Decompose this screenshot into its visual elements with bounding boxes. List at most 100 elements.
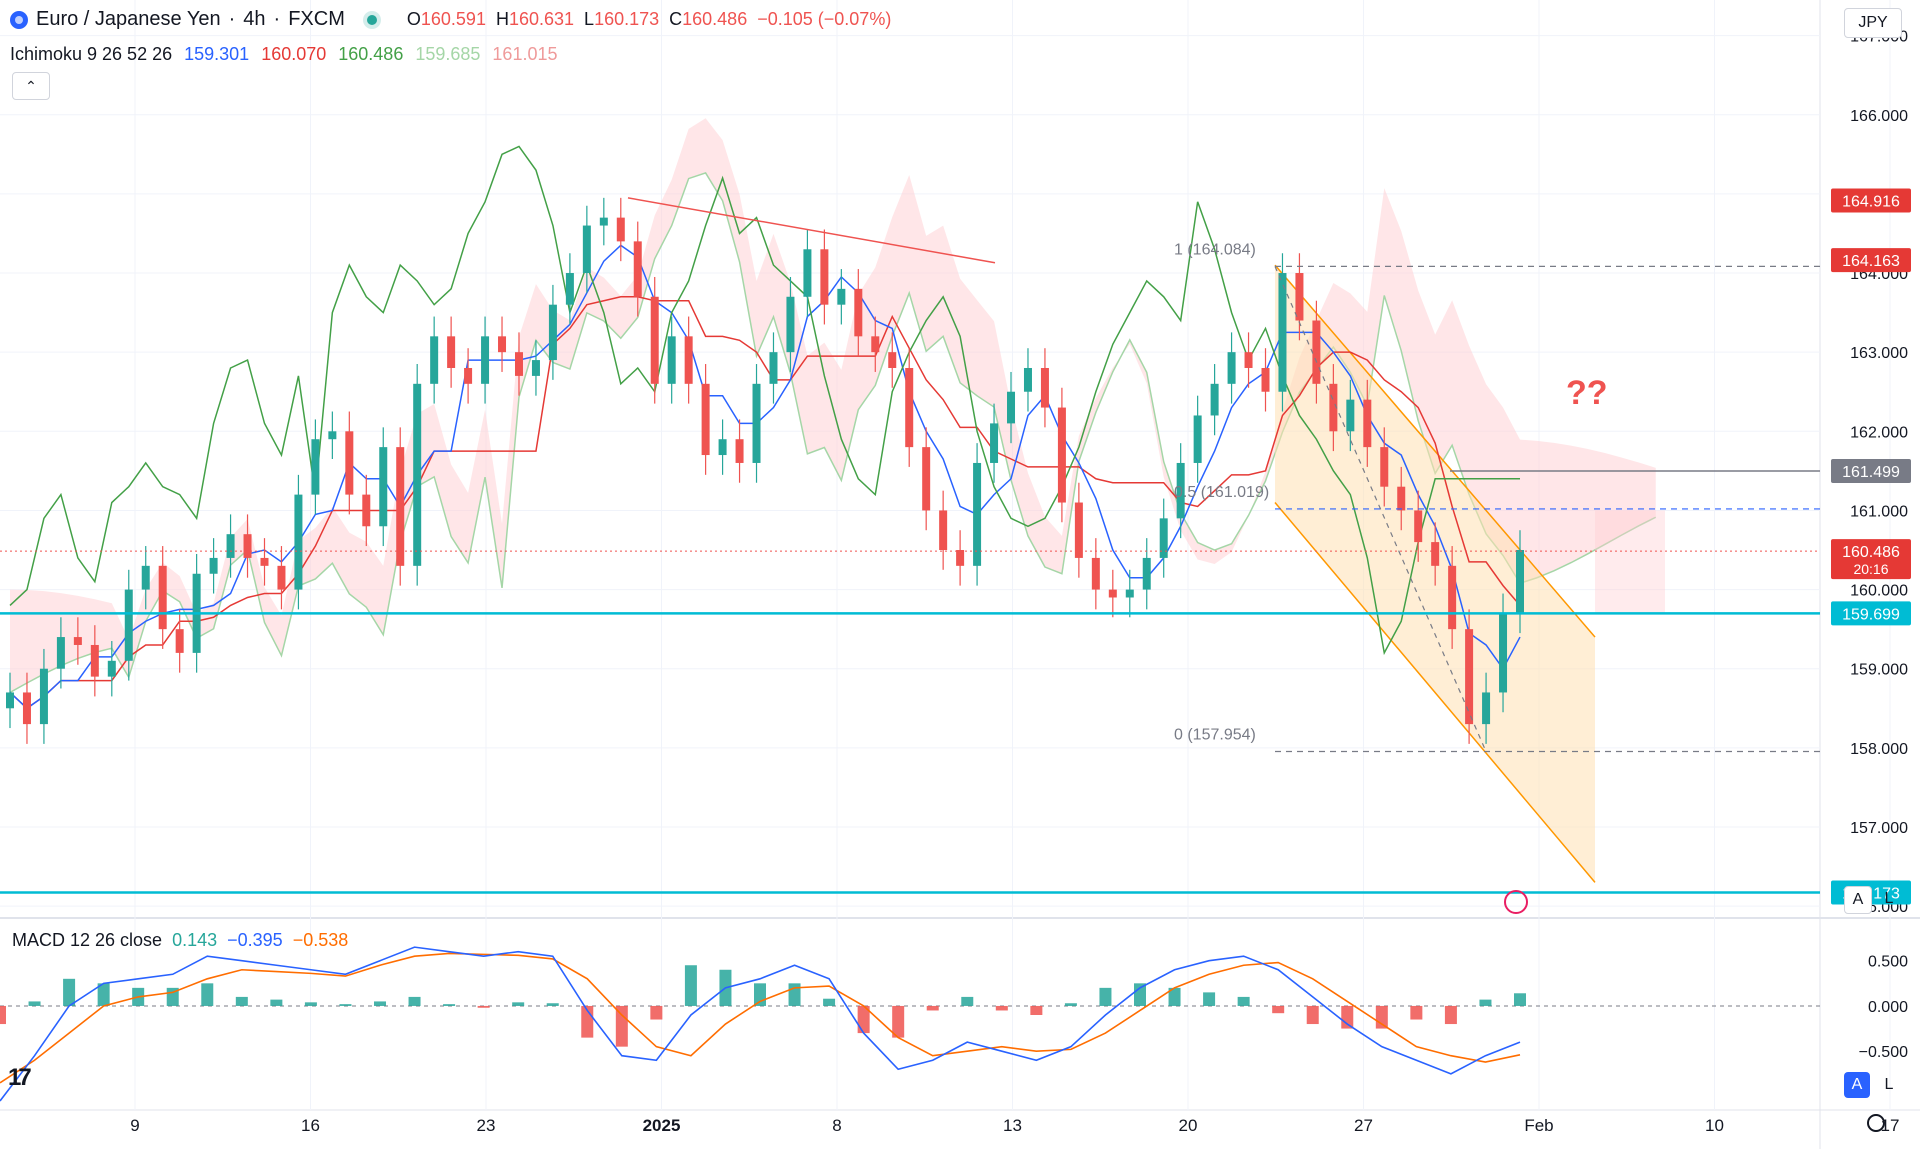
log-scale-button[interactable]: L: [1876, 886, 1902, 912]
price-badge-label: 159.699: [1842, 606, 1900, 623]
fib-level-label: 1 (164.084): [1174, 241, 1256, 258]
macd-histogram-bar: [443, 1004, 456, 1006]
macd-histogram-bar: [1479, 999, 1492, 1006]
candle-body: [107, 660, 116, 677]
macd-log-scale-button[interactable]: L: [1876, 1072, 1902, 1098]
ichimoku-kijun-value: 160.070: [261, 44, 327, 64]
candle-body: [413, 383, 422, 566]
candle-body: [1482, 692, 1491, 725]
price-tick-label: 166.000: [1850, 108, 1908, 125]
collapse-legend-button[interactable]: ⌃: [12, 72, 50, 100]
candle-body: [871, 336, 880, 353]
candle-body: [888, 352, 897, 368]
candle-body: [294, 494, 303, 590]
candle-body: [1125, 589, 1134, 598]
macd-histogram-bar: [374, 1001, 386, 1006]
flash-icon: [1504, 890, 1528, 914]
macd-histogram-bar: [304, 1002, 317, 1006]
macd-hist-value: 0.143: [172, 930, 218, 950]
candle-body: [1261, 367, 1270, 392]
candle-body: [1295, 273, 1304, 321]
exchange: FXCM: [288, 8, 345, 30]
macd-histogram-bar: [684, 965, 697, 1006]
price-tick-label: 162.000: [1850, 424, 1908, 441]
macd-histogram-bar: [961, 996, 974, 1006]
candle-body: [141, 565, 150, 590]
ichimoku-label: Ichimoku 9 26 52 26: [10, 44, 173, 64]
candle-body: [905, 367, 914, 448]
candle-body: [667, 336, 676, 384]
timeframe[interactable]: 4h: [243, 8, 265, 31]
candle-body: [345, 431, 354, 495]
candle-body: [447, 336, 456, 368]
candle-body: [464, 367, 473, 384]
candle-body: [1193, 415, 1202, 463]
candle-body: [277, 565, 286, 590]
candle-body: [1074, 502, 1083, 558]
auto-scale-button[interactable]: A: [1844, 886, 1872, 914]
candle-body: [260, 557, 269, 566]
candle-body: [430, 336, 439, 384]
future-cloud: [1595, 510, 1665, 614]
macd-histogram-bar: [1099, 987, 1112, 1006]
macd-histogram-bar: [1514, 993, 1526, 1006]
macd-signal-value: −0.538: [292, 930, 349, 950]
macd-histogram-bar: [1272, 1005, 1285, 1014]
candle-body: [1499, 613, 1508, 693]
candle-body: [1431, 542, 1440, 566]
macd-histogram-bar: [1341, 1005, 1354, 1029]
ichimoku-chikou-value: 160.486: [338, 44, 404, 64]
fib-level-label: 0.5 (161.019): [1174, 484, 1269, 501]
candle-body: [565, 273, 574, 305]
candle-body: [362, 494, 371, 527]
chart-canvas[interactable]: 167.000166.000165.000164.000163.000162.0…: [0, 0, 1920, 1149]
candle-body: [752, 383, 761, 463]
candle-body: [311, 439, 320, 495]
candle-body: [1312, 320, 1321, 384]
candle-body: [514, 352, 523, 376]
currency-button[interactable]: JPY: [1844, 8, 1902, 38]
candle-body: [1210, 383, 1219, 416]
macd-histogram-bar: [235, 996, 248, 1006]
change-value: −0.105 (−0.07%): [757, 9, 892, 29]
symbol-name[interactable]: Euro / Japanese Yen: [36, 8, 221, 31]
candle-body: [22, 692, 31, 725]
macd-histogram-bar: [512, 1002, 525, 1006]
macd-histogram-bar: [28, 1001, 41, 1006]
candle-body: [1023, 367, 1032, 392]
candle-body: [803, 249, 812, 297]
candle-body: [1057, 407, 1066, 503]
candle-body: [226, 534, 235, 558]
candle-body: [939, 510, 948, 551]
candle-body: [90, 644, 99, 677]
candle-body: [1244, 352, 1253, 368]
high-value: 160.631: [508, 9, 575, 29]
macd-legend[interactable]: MACD 12 26 close 0.143 −0.395 −0.538: [12, 930, 348, 951]
price-tick-label: 159.000: [1850, 662, 1908, 679]
price-badge-label: 164.163: [1842, 253, 1900, 270]
price-badge-label: 161.499: [1842, 464, 1900, 481]
candle-body: [481, 336, 490, 384]
macd-auto-scale-button[interactable]: A: [1844, 1072, 1870, 1098]
chevron-up-icon: ⌃: [25, 77, 37, 94]
tradingview-logo[interactable]: 17: [8, 1064, 32, 1092]
candle-body: [1159, 518, 1168, 558]
macd-histogram-bar: [1203, 992, 1216, 1006]
candle-body: [175, 629, 184, 653]
macd-histogram-bar: [1030, 1005, 1043, 1015]
candle-body: [735, 439, 744, 463]
candle-body: [956, 550, 965, 566]
macd-histogram-bar: [201, 983, 214, 1006]
candle-body: [243, 534, 252, 558]
macd-histogram-bar: [615, 1005, 628, 1047]
candle-body: [599, 217, 608, 226]
macd-label: MACD 12 26 close: [12, 930, 163, 950]
candle-body: [1091, 557, 1100, 590]
close-value: 160.486: [682, 9, 748, 29]
time-tick-label: 9: [130, 1116, 139, 1135]
time-tick-label: Feb: [1524, 1116, 1553, 1135]
candle-body: [396, 447, 405, 566]
ichimoku-legend[interactable]: Ichimoku 9 26 52 26 159.301 160.070 160.…: [10, 44, 558, 65]
candle-body: [531, 360, 540, 376]
currency-pair-icon: [10, 10, 28, 29]
